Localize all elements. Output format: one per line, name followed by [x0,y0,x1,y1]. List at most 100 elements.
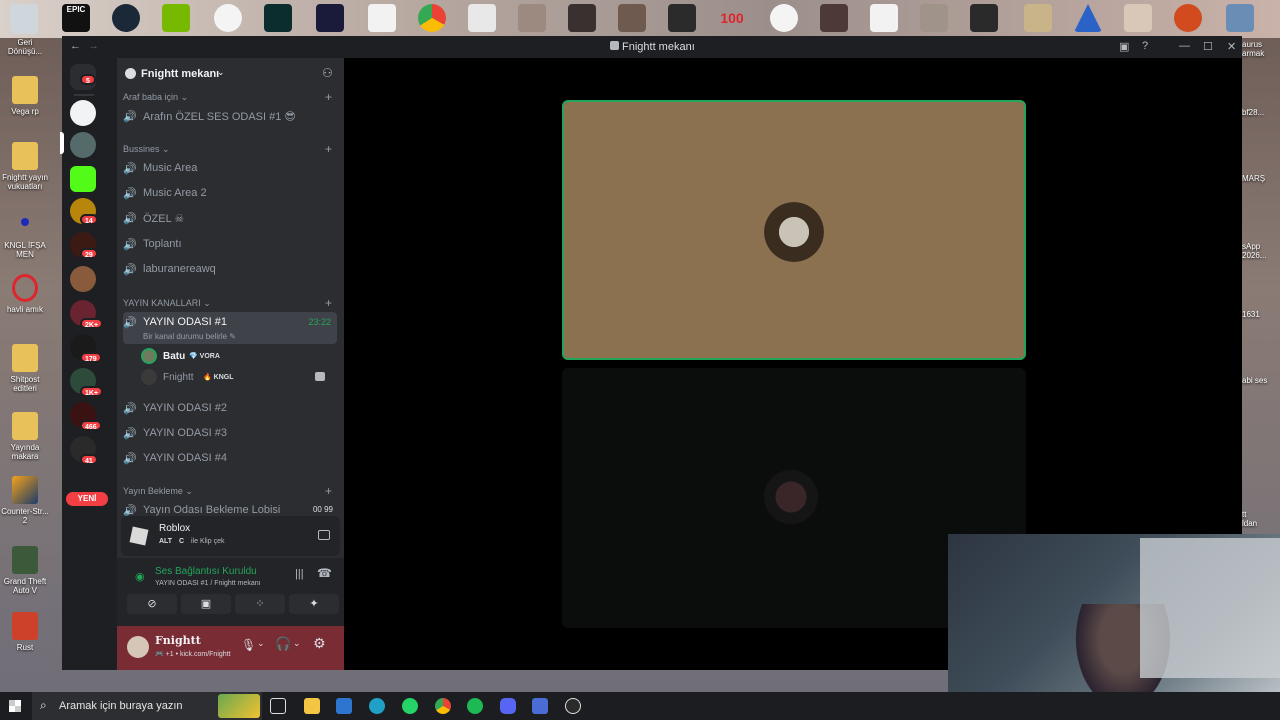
start-button[interactable] [9,700,21,712]
server-icon[interactable] [70,132,96,158]
image-icon[interactable] [820,4,848,32]
image-icon[interactable] [568,4,596,32]
camera-button[interactable]: ⊘ [127,594,177,614]
inbox-icon[interactable]: ▣ [1119,40,1129,53]
server-icon[interactable] [70,266,96,292]
desktop-label-right[interactable]: aurus armak [1242,40,1280,58]
steam-icon[interactable] [112,4,140,32]
spotify-icon[interactable] [467,698,483,714]
task-view-icon[interactable] [270,698,286,714]
desktop-icon-havli[interactable]: havli amık [0,274,50,314]
taskbar-search[interactable]: ⌕ Aramak için buraya yazın [32,692,262,720]
voice-channel[interactable]: 🔊 laburanereawq [123,259,337,281]
desktop-label-right[interactable]: 1631 [1242,310,1280,319]
app-icon[interactable] [532,698,548,714]
voice-user[interactable]: Batu 💎 VORA [141,348,341,366]
edge-icon[interactable] [369,698,385,714]
image-icon[interactable] [618,4,646,32]
desktop-icon-kngl[interactable]: KNGL İFŞA MEN [0,210,50,259]
clip-icon[interactable] [318,530,330,540]
server-header[interactable]: Fnightt mekanı ⌄ ⚇ [117,58,344,90]
store-icon[interactable] [336,698,352,714]
image-icon[interactable] [668,4,696,32]
desktop-label-right[interactable]: MARŞ [1242,174,1280,183]
whatsapp-icon[interactable] [402,698,418,714]
desktop-icon-gta[interactable]: Grand Theft Auto V [0,546,50,595]
chrome-icon[interactable] [435,698,451,714]
category-header[interactable]: YAYIN KANALLARI ⌄ [123,298,211,309]
hundred-icon[interactable]: 100 [718,4,746,32]
media-player-icon[interactable] [214,4,242,32]
chrome-icon[interactable] [418,4,446,32]
voice-channel[interactable]: 🔊 Music Area [123,158,337,180]
minimize-button[interactable]: — [1179,40,1190,52]
new-unreads-pill[interactable]: YENİ [66,492,108,506]
image-icon[interactable] [1174,4,1202,32]
help-icon[interactable]: ? [1142,40,1148,52]
category-header[interactable]: Yayın Bekleme ⌄ [123,486,193,497]
noise-suppression-icon[interactable]: ||| [295,568,304,580]
image-icon[interactable] [518,4,546,32]
desktop-icon-rust[interactable]: Rust [0,612,50,652]
close-button[interactable]: ✕ [1227,40,1236,53]
nvidia-icon[interactable] [162,4,190,32]
invite-people-icon[interactable]: ⚇ [322,66,333,80]
category-header[interactable]: Bussines ⌄ [123,144,170,155]
settings-gear-icon[interactable]: ⚙ [313,635,326,652]
desktop-label-right[interactable]: sApp 2026... [1242,242,1280,260]
voice-channel[interactable]: 🔊 Toplantı [123,234,337,256]
file-explorer-icon[interactable] [304,698,320,714]
app-icon[interactable] [264,4,292,32]
create-channel-icon[interactable]: + [325,142,332,156]
image-icon[interactable] [1124,4,1152,32]
document-icon[interactable] [368,4,396,32]
forward-button[interactable]: → [88,40,99,52]
server-icon[interactable] [70,100,96,126]
voice-channel[interactable]: 🔊 ÖZEL ☠ [123,208,337,230]
desktop-icon-makara[interactable]: Yayında makara [0,412,50,461]
image-icon[interactable] [970,4,998,32]
voice-location[interactable]: YAYIN ODASI #1 / Fnightt mekanı [155,580,261,587]
app-icon[interactable] [316,4,344,32]
voice-channel[interactable]: 🔊 YAYIN ODASI #4 [123,448,337,470]
category-header[interactable]: Araf baba için ⌄ [123,92,188,103]
activities-button[interactable]: ⁘ [235,594,285,614]
chevron-down-icon[interactable]: ⌄ [293,638,301,649]
desktop-label-right[interactable]: bf28... [1242,108,1280,117]
obs-icon[interactable] [565,698,581,714]
voice-channel[interactable]: 🔊 YAYIN ODASI #2 [123,398,337,420]
back-button[interactable]: ← [70,40,81,52]
desktop-label-right[interactable]: tt ldan [1242,510,1280,528]
epic-games-icon[interactable]: EPIC [62,4,90,32]
soundboard-button[interactable]: ✦ [289,594,339,614]
voice-channel[interactable]: 🔊 Arafın ÖZEL SES ODASI #1 😎 [123,106,337,128]
desktop-icon-shitpost[interactable]: Shitpost editleri [0,344,50,393]
server-icon-kick[interactable] [70,166,96,192]
voice-channel[interactable]: 🔊 YAYIN ODASI #3 [123,423,337,445]
discord-icon[interactable] [500,698,516,714]
voice-channel-active[interactable]: 🔊 YAYIN ODASI #1 23:22 Bir kanal durumu … [123,312,337,344]
microphone-icon[interactable]: 🎙 [241,638,256,652]
desktop-icon-recycle[interactable]: Geri Dönüşü... [0,6,50,56]
media-player-icon[interactable] [770,4,798,32]
avatar[interactable] [127,636,149,658]
file-icon[interactable] [468,4,496,32]
share-screen-button[interactable]: ▣ [181,594,231,614]
disconnect-icon[interactable]: ☎ [317,566,332,580]
create-channel-icon[interactable]: + [325,296,332,310]
headphones-icon[interactable]: 🎧 [275,636,291,652]
voice-status[interactable]: Ses Bağlantısı Kuruldu [155,566,257,577]
maximize-button[interactable]: ☐ [1203,40,1213,53]
channel-status[interactable]: Bir kanal durumu belirle ✎ [143,332,236,341]
chevron-down-icon[interactable]: ⌄ [257,638,265,649]
desktop-icon-vukuat[interactable]: Fnightt yayın vukuatları [0,142,50,191]
file-icon[interactable] [870,4,898,32]
prism-icon[interactable] [1074,4,1102,32]
image-icon[interactable] [920,4,948,32]
image-icon[interactable] [1024,4,1052,32]
desktop-icon-cs2[interactable]: Counter-Str... 2 [0,476,50,525]
participant-tile-speaking[interactable] [562,100,1026,360]
desktop-label-right[interactable]: abi ses [1242,376,1280,385]
voice-channel[interactable]: 🔊 Music Area 2 [123,183,337,205]
create-channel-icon[interactable]: + [325,90,332,104]
